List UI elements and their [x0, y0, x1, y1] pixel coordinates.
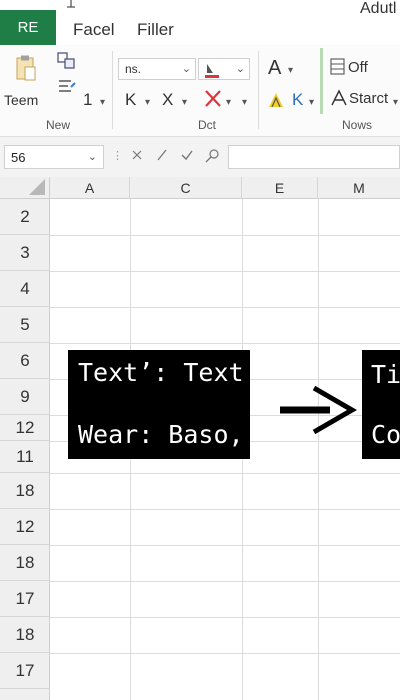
chevron-down-icon[interactable]: ▾ [182, 97, 187, 108]
row-gridline [50, 307, 400, 308]
row-gridline [50, 235, 400, 236]
app-badge[interactable]: RE [0, 10, 56, 45]
chevron-down-icon[interactable]: ▾ [309, 97, 314, 108]
teem-button[interactable]: Teem [4, 51, 48, 113]
group-divider [112, 51, 113, 129]
row-header[interactable]: 11 [0, 441, 50, 473]
ribbon: Teem 1 ▾ New ns. ⌄ ⌄ K ▾ X ▾ ▾ ▾ Dct A ▾… [0, 45, 400, 137]
number-one[interactable]: 1 [83, 90, 92, 110]
k-button[interactable]: K [125, 90, 136, 110]
callout-right-line1: Ti [371, 360, 400, 389]
row-gridline [50, 271, 400, 272]
style-icon [331, 89, 347, 106]
pin-icon[interactable] [64, 0, 78, 12]
row-gridline [50, 509, 400, 510]
title-bar: RE Facel Filler Adutl [0, 0, 400, 45]
font-size-increase-button[interactable]: A [268, 57, 281, 80]
pen-icon[interactable] [156, 148, 170, 162]
row-gridline [50, 343, 400, 344]
x-button[interactable]: X [162, 90, 173, 110]
row-header[interactable]: 17 [0, 581, 50, 617]
chevron-down-icon[interactable]: ▾ [226, 97, 231, 108]
arrow-right-icon [280, 385, 357, 435]
chevron-down-icon[interactable]: ▾ [100, 97, 105, 108]
chevron-down-icon[interactable]: ▾ [288, 65, 293, 76]
column-gridline [318, 199, 319, 700]
group-divider [258, 51, 259, 129]
chevron-down-icon: ⌄ [87, 151, 97, 163]
formula-bar: 56 ⌄ ⋮ [0, 137, 400, 177]
callout-right-line2: Co [371, 420, 400, 449]
row-header-bar: 2 3 4 5 6 9 12 11 18 12 18 17 18 17 [0, 199, 50, 700]
font-name-value: ns. [125, 62, 142, 76]
cut-icon[interactable] [56, 51, 78, 71]
row-header[interactable]: 5 [0, 307, 50, 343]
window-title: Adutl [360, 0, 397, 17]
row-header[interactable]: 12 [0, 509, 50, 545]
table-icon [330, 58, 345, 75]
row-gridline [50, 545, 400, 546]
row-gridline [50, 653, 400, 654]
font-color-icon[interactable] [266, 91, 288, 111]
check-icon[interactable] [180, 148, 194, 162]
row-header[interactable]: 18 [0, 473, 50, 509]
clear-cross-icon[interactable] [203, 89, 225, 109]
name-box-value: 56 [11, 150, 26, 165]
format-painter-icon[interactable] [56, 77, 78, 97]
select-all-corner[interactable] [0, 177, 50, 199]
group-label-dct: Dct [198, 118, 216, 132]
tab-facel[interactable]: Facel [73, 20, 115, 40]
row-header[interactable]: 17 [0, 653, 50, 689]
callout-left-line1: Text’: Text [78, 358, 244, 387]
row-gridline [50, 617, 400, 618]
formula-input[interactable] [228, 145, 400, 169]
teem-label: Teem [4, 92, 39, 108]
insert-function-icon[interactable] [204, 148, 220, 164]
row-header[interactable]: 3 [0, 235, 50, 271]
callout-box-right: Ti Co [362, 350, 400, 459]
row-header[interactable]: 2 [0, 199, 50, 235]
fill-color-icon [205, 64, 219, 78]
select-all-triangle-icon [29, 179, 45, 195]
name-box[interactable]: 56 ⌄ [4, 145, 104, 169]
column-header-a[interactable]: A [50, 177, 130, 199]
callout-box-left: Text’: Text Wear: Baso, [68, 350, 250, 459]
row-header[interactable]: 18 [0, 545, 50, 581]
off-button[interactable]: Off [348, 59, 368, 76]
font-name-select[interactable]: ns. ⌄ [118, 58, 196, 80]
k2-button[interactable]: K [292, 90, 303, 110]
column-header-m[interactable]: M [318, 177, 400, 199]
row-header[interactable]: 4 [0, 271, 50, 307]
chevron-down-icon: ⌄ [181, 63, 191, 75]
starct-button[interactable]: Starct [349, 90, 388, 107]
tab-filler[interactable]: Filler [137, 20, 174, 40]
group-label-nows: Nows [342, 118, 373, 132]
row-header[interactable]: 12 [0, 415, 50, 441]
chevron-down-icon[interactable]: ▾ [393, 97, 398, 108]
group-label-new: New [46, 118, 71, 132]
font-size-select[interactable]: ⌄ [198, 58, 250, 80]
callout-left-line2: Wear: Baso, [78, 420, 244, 449]
row-header[interactable]: 18 [0, 617, 50, 653]
cancel-icon[interactable] [130, 148, 144, 162]
chevron-down-icon[interactable]: ▾ [145, 97, 150, 108]
row-gridline [50, 581, 400, 582]
row-header[interactable]: 6 [0, 343, 50, 379]
formula-bar-grip[interactable]: ⋮ [112, 149, 123, 162]
chevron-down-icon: ⌄ [235, 63, 245, 75]
clipboard-icon [16, 55, 36, 81]
row-gridline [50, 473, 400, 474]
column-header-c[interactable]: C [130, 177, 242, 199]
column-header-bar: A C E M [50, 177, 400, 199]
chevron-down-icon[interactable]: ▾ [242, 97, 247, 108]
row-header[interactable]: 9 [0, 379, 50, 415]
column-header-e[interactable]: E [242, 177, 318, 199]
